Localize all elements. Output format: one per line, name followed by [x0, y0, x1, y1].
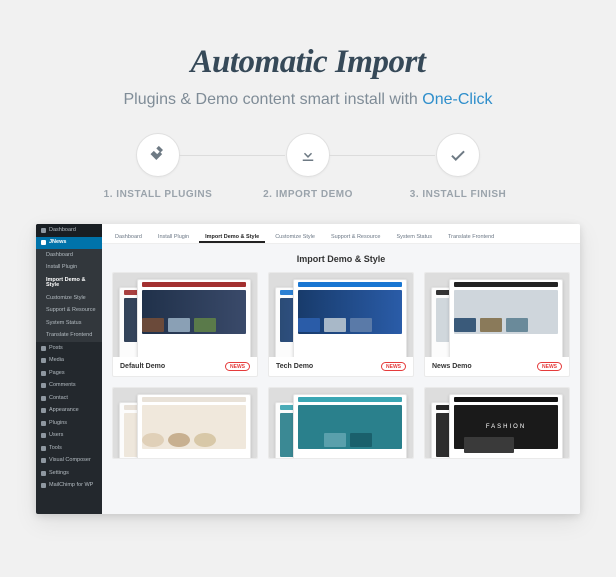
plug-icon — [136, 133, 180, 177]
step-label: 3. INSTALL FINISH — [410, 189, 506, 200]
admin-tab[interactable]: Translate Frontend — [442, 231, 500, 243]
demo-label: Default Demo — [120, 363, 165, 370]
admin-tab[interactable]: Import Demo & Style — [199, 231, 265, 243]
demo-card-tech[interactable]: Tech Demo NEWS — [268, 272, 414, 377]
news-pill: NEWS — [225, 362, 250, 371]
wp-menu-item[interactable]: Posts — [36, 342, 102, 355]
demo-card-fashion[interactable] — [424, 387, 570, 459]
step-label: 1. INSTALL PLUGINS — [104, 189, 213, 200]
admin-tabs: Dashboard Install Plugin Import Demo & Sty… — [102, 224, 580, 244]
wp-menu-item[interactable]: Plugins — [36, 417, 102, 430]
admin-tab[interactable]: Support & Resource — [325, 231, 387, 243]
wp-sub-item[interactable]: Translate Frontend — [36, 330, 102, 343]
demo-label: News Demo — [432, 363, 472, 370]
wp-sub-item[interactable]: Support & Resource — [36, 305, 102, 318]
wp-menu-item[interactable]: Media — [36, 355, 102, 368]
demo-card-travel[interactable] — [268, 387, 414, 459]
wp-menu-item[interactable]: Tools — [36, 442, 102, 455]
wp-menu: PostsMediaPagesCommentsContactAppearance… — [36, 342, 102, 492]
page-subtitle: Plugins & Demo content smart install wit… — [0, 91, 616, 109]
wp-menu-item[interactable]: Contact — [36, 392, 102, 405]
admin-panel-screenshot: Dashboard JNews DashboardInstall PluginI… — [36, 224, 580, 514]
wp-menu-item[interactable]: Visual Composer — [36, 455, 102, 468]
page-title: Automatic Import — [0, 44, 616, 81]
demo-card-default[interactable]: Default Demo NEWS — [112, 272, 258, 377]
wp-sidebar: Dashboard JNews DashboardInstall PluginI… — [36, 224, 102, 514]
step-install-finish: 3. INSTALL FINISH — [383, 133, 533, 200]
wp-menu-item[interactable]: Comments — [36, 380, 102, 393]
wp-menu-item[interactable]: Users — [36, 430, 102, 443]
step-install-plugins: 1. INSTALL PLUGINS — [83, 133, 233, 200]
wp-menu-item[interactable]: MailChimp for WP — [36, 480, 102, 493]
wp-sub-item[interactable]: Install Plugin — [36, 262, 102, 275]
wp-main: DashboardInstall PluginImport Demo & Sty… — [102, 224, 580, 514]
admin-tab[interactable]: Dashboard — [109, 231, 148, 243]
news-pill: NEWS — [537, 362, 562, 371]
panel-title: Import Demo & Style — [102, 244, 580, 272]
wp-menu-item[interactable]: Appearance — [36, 405, 102, 418]
subtitle-accent: One-Click — [422, 91, 492, 108]
wp-submenu: DashboardInstall PluginImport Demo & Sty… — [36, 249, 102, 342]
admin-tab[interactable]: Customize Style — [269, 231, 321, 243]
wp-sub-item[interactable]: System Status — [36, 317, 102, 330]
wp-sub-item[interactable]: Import Demo & Style — [36, 274, 102, 292]
demo-card-news[interactable]: News Demo NEWS — [424, 272, 570, 377]
subtitle-text: Plugins & Demo content smart install wit… — [123, 91, 422, 108]
install-steps: 1. INSTALL PLUGINS 2. IMPORT DEMO 3. INS… — [0, 133, 616, 200]
demo-card-food[interactable] — [112, 387, 258, 459]
step-label: 2. IMPORT DEMO — [263, 189, 353, 200]
wp-dashboard[interactable]: Dashboard — [36, 224, 102, 237]
check-icon — [436, 133, 480, 177]
wp-menu-item[interactable]: Pages — [36, 367, 102, 380]
admin-tab[interactable]: System Status — [390, 231, 437, 243]
demo-grid: Default Demo NEWS Tech Demo NEWS News Demo… — [102, 272, 580, 459]
admin-tab[interactable]: Install Plugin — [152, 231, 195, 243]
wp-jnews[interactable]: JNews — [36, 237, 102, 250]
step-import-demo: 2. IMPORT DEMO — [233, 133, 383, 200]
wp-sub-item[interactable]: Dashboard — [36, 249, 102, 262]
wp-sub-item[interactable]: Customize Style — [36, 292, 102, 305]
demo-label: Tech Demo — [276, 363, 313, 370]
wp-menu-item[interactable]: Settings — [36, 467, 102, 480]
news-pill: NEWS — [381, 362, 406, 371]
download-icon — [286, 133, 330, 177]
